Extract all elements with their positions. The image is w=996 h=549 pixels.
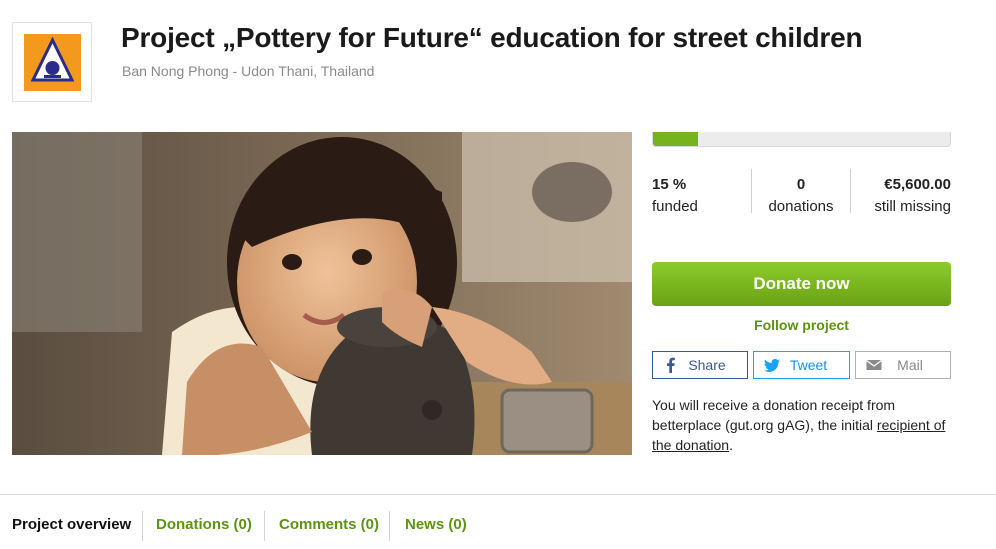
logo-icon: [24, 34, 81, 91]
missing-label: still missing: [874, 198, 951, 215]
donate-now-button[interactable]: Donate now: [652, 262, 951, 306]
tab-donations[interactable]: Donations (0): [156, 516, 252, 533]
donation-receipt-note: You will receive a donation receipt from…: [652, 395, 952, 455]
facebook-share-button[interactable]: Share: [652, 351, 748, 379]
twitter-tweet-button[interactable]: Tweet: [753, 351, 850, 379]
stat-funded: 15 % funded: [652, 174, 698, 218]
tab-separator: [142, 511, 143, 541]
funding-progress-fill: [653, 132, 698, 146]
page-title: Project „Pottery for Future“ education f…: [121, 22, 863, 53]
funding-progress-bar: [652, 132, 951, 147]
missing-value: €5,600.00: [884, 176, 951, 193]
project-logo: [12, 22, 92, 102]
donations-value: 0: [796, 176, 806, 193]
tab-separator: [264, 511, 265, 541]
share-label: Share: [688, 357, 726, 373]
tweet-label: Tweet: [789, 357, 828, 373]
stat-still-missing: €5,600.00 still missing: [852, 174, 951, 218]
stat-donations: 0 donations: [752, 174, 850, 218]
receipt-end: .: [729, 437, 733, 453]
funded-value: 15 %: [652, 176, 687, 193]
section-divider: [0, 494, 996, 495]
donations-label: donations: [768, 198, 834, 215]
mail-label: Mail: [897, 357, 923, 373]
stat-divider: [850, 169, 851, 213]
tab-separator: [389, 511, 390, 541]
project-location: Ban Nong Phong - Udon Thani, Thailand: [122, 63, 375, 79]
mail-share-button[interactable]: Mail: [855, 351, 951, 379]
receipt-text: You will receive a donation receipt from…: [652, 397, 896, 433]
follow-project-link[interactable]: Follow project: [652, 317, 951, 333]
tab-news[interactable]: News (0): [405, 516, 467, 533]
tab-comments[interactable]: Comments (0): [279, 516, 379, 533]
tab-project-overview[interactable]: Project overview: [12, 516, 131, 533]
funded-label: funded: [652, 198, 698, 215]
hero-photo: [12, 132, 632, 455]
